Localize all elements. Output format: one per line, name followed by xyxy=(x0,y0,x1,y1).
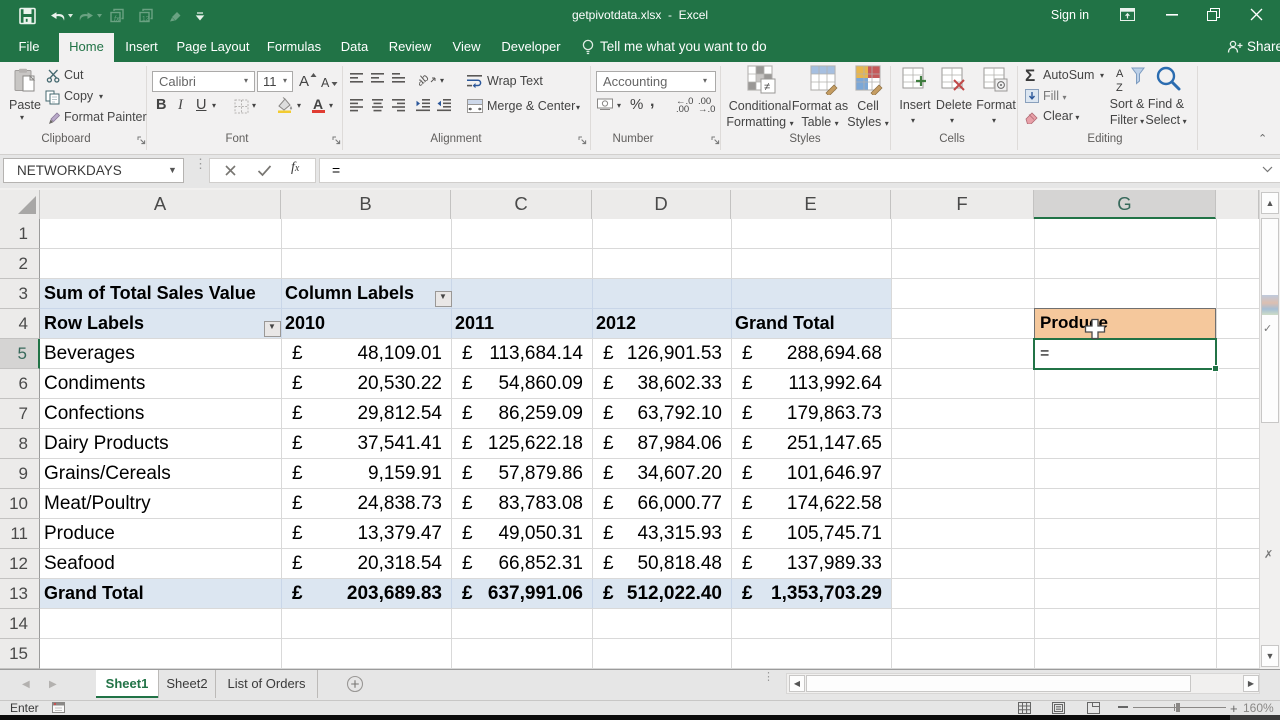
svg-text:ab: ab xyxy=(419,72,431,87)
svg-text:≠: ≠ xyxy=(764,81,770,93)
svg-text:Z: Z xyxy=(1116,82,1123,94)
svg-text:A: A xyxy=(1116,68,1124,80)
